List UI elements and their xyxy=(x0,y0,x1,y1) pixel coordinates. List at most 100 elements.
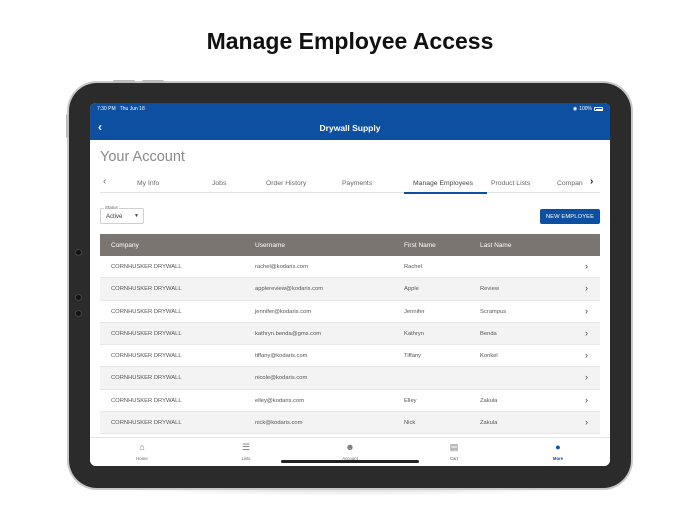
new-employee-button[interactable]: NEW EMPLOYEE xyxy=(540,209,600,224)
bottom-nav-home[interactable]: ⌂ Home xyxy=(122,442,162,461)
camera-2 xyxy=(75,294,82,301)
side-button xyxy=(66,114,69,138)
home-indicator xyxy=(281,460,419,463)
caret-down-icon: ▼ xyxy=(134,213,139,219)
page-title: Your Account xyxy=(100,149,185,165)
cell-username: elley@kodaris.com xyxy=(255,397,305,404)
cell-company: CORNHUSKER DRYWALL xyxy=(111,330,182,337)
employee-table: Company Username First Name Last Name CO… xyxy=(100,234,600,435)
table-row[interactable]: CORNHUSKER DRYWALL nick@kodaris.com Nick… xyxy=(100,412,600,435)
bottom-nav-cart[interactable]: ▤ Cart xyxy=(434,442,474,461)
headline: Manage Employee Access xyxy=(206,28,494,54)
cart-icon: ▤ xyxy=(449,442,459,452)
table-row[interactable]: CORNHUSKER DRYWALL nicole@kodaris.com › xyxy=(100,367,600,390)
table-row[interactable]: CORNHUSKER DRYWALL tiffany@kodaris.com T… xyxy=(100,345,600,368)
bottom-nav-account[interactable]: ☻ Account xyxy=(330,442,370,461)
nav-bar: ‹ Drywall Supply xyxy=(90,115,610,140)
cell-last-name: Scrampus xyxy=(480,308,507,315)
cell-last-name: Benda xyxy=(480,330,497,337)
account-tabs: ‹ My Info Jobs Order History Payments Ma… xyxy=(100,173,600,194)
chevron-right-icon[interactable]: › xyxy=(590,176,593,187)
chevron-right-icon: › xyxy=(585,350,588,361)
tab-order-history[interactable]: Order History xyxy=(266,180,306,187)
table-row[interactable]: CORNHUSKER DRYWALL kathryn.benda@gms.com… xyxy=(100,322,600,346)
table-body: CORNHUSKER DRYWALL rachel@kodaris.com Ra… xyxy=(100,256,600,435)
cell-company: CORNHUSKER DRYWALL xyxy=(111,353,182,360)
home-icon: ⌂ xyxy=(139,442,145,452)
top-button-1 xyxy=(113,80,135,83)
active-tab-indicator xyxy=(404,192,487,194)
account-icon: ☻ xyxy=(345,442,355,452)
app-screen: 7:30 PM Thu Jun 18 ◉ 100% ‹ Drywall Supp… xyxy=(90,103,610,466)
cell-username: rachel@kodaris.com xyxy=(255,264,308,270)
tab-payments[interactable]: Payments xyxy=(342,180,372,187)
header-company: Company xyxy=(111,242,139,249)
status-bar: 7:30 PM Thu Jun 18 ◉ 100% xyxy=(90,103,610,115)
cell-username: nicole@kodaris.com xyxy=(255,375,308,382)
battery-icon xyxy=(594,107,603,111)
tab-jobs[interactable]: Jobs xyxy=(212,180,226,187)
more-icon: ● xyxy=(555,442,561,452)
chevron-right-icon: › xyxy=(585,417,588,428)
chevron-right-icon: › xyxy=(585,305,588,316)
top-button-2 xyxy=(142,80,164,83)
wifi-icon: ◉ xyxy=(572,106,578,112)
page: Manage Employee Access 7:30 PM Thu Jun 1… xyxy=(0,0,700,525)
cell-first-name: Rachel xyxy=(404,264,423,270)
cell-username: tiffany@kodaris.com xyxy=(255,353,308,360)
cell-company: CORNHUSKER DRYWALL xyxy=(111,308,182,315)
cell-username: applereview@kodaris.com xyxy=(255,286,324,293)
chevron-right-icon: › xyxy=(585,372,588,383)
chevron-right-icon: › xyxy=(585,261,588,271)
cell-last-name: Zakula xyxy=(480,397,498,404)
table-row[interactable]: CORNHUSKER DRYWALL applereview@kodaris.c… xyxy=(100,278,600,301)
table-header: Company Username First Name Last Name xyxy=(100,234,600,256)
cell-last-name: Review xyxy=(480,286,500,293)
list-icon: ☰ xyxy=(241,442,251,452)
bottom-nav-label: Lists xyxy=(241,456,251,461)
chevron-left-icon[interactable]: ‹ xyxy=(103,176,106,187)
cell-first-name: Tiffany xyxy=(404,353,422,360)
cell-first-name: Apple xyxy=(404,286,419,293)
bottom-nav-more[interactable]: ● More xyxy=(538,442,578,461)
header-first-name: First Name xyxy=(404,242,436,249)
cell-company: CORNHUSKER DRYWALL xyxy=(111,286,182,293)
status-select-label: Status xyxy=(104,205,119,210)
cell-username: kathryn.benda@gms.com xyxy=(255,330,322,337)
chevron-right-icon: › xyxy=(585,327,588,338)
cell-company: CORNHUSKER DRYWALL xyxy=(111,397,182,404)
cell-username: jennifer@kodaris.com xyxy=(255,308,312,315)
bottom-nav-label: More xyxy=(552,456,564,461)
camera-3 xyxy=(75,310,82,317)
cell-username: nick@kodaris.com xyxy=(255,420,303,427)
chevron-right-icon: › xyxy=(585,394,588,405)
battery-percent: 100% xyxy=(579,106,592,112)
table-row[interactable]: CORNHUSKER DRYWALL rachel@kodaris.com Ra… xyxy=(100,256,600,279)
cell-company: CORNHUSKER DRYWALL xyxy=(111,420,182,427)
tab-manage-employees[interactable]: Manage Employees xyxy=(413,180,473,187)
table-row[interactable]: CORNHUSKER DRYWALL jennifer@kodaris.com … xyxy=(100,301,600,323)
status-select-value: Active xyxy=(106,214,123,220)
tab-company[interactable]: Compan xyxy=(557,180,583,187)
status-time: 7:30 PM xyxy=(97,106,116,112)
bottom-nav-lists[interactable]: ☰ Lists xyxy=(226,442,266,461)
cell-first-name: Nick xyxy=(404,420,416,427)
status-date: Thu Jun 18 xyxy=(119,106,145,112)
tab-product-lists[interactable]: Product Lists xyxy=(491,180,530,187)
cell-last-name: Konkel xyxy=(480,353,498,360)
cell-last-name: Zakula xyxy=(480,420,498,427)
tab-my-info[interactable]: My Info xyxy=(137,180,159,187)
table-row[interactable]: CORNHUSKER DRYWALL elley@kodaris.com Ell… xyxy=(100,390,600,413)
bottom-nav-label: Cart xyxy=(449,456,459,461)
cell-first-name: Jennifer xyxy=(404,308,425,315)
status-select[interactable]: Status Active ▼ xyxy=(100,205,144,224)
chevron-left-icon[interactable]: ‹ xyxy=(98,120,102,134)
cell-first-name: Elley xyxy=(404,397,417,404)
chevron-right-icon: › xyxy=(585,283,588,294)
cell-company: CORNHUSKER DRYWALL xyxy=(111,264,182,270)
cell-company: CORNHUSKER DRYWALL xyxy=(111,375,182,382)
cell-first-name: Kathryn xyxy=(404,330,424,337)
header-username: Username xyxy=(255,242,285,249)
bottom-nav-label: Home xyxy=(136,456,148,461)
nav-title: Drywall Supply xyxy=(319,122,381,133)
